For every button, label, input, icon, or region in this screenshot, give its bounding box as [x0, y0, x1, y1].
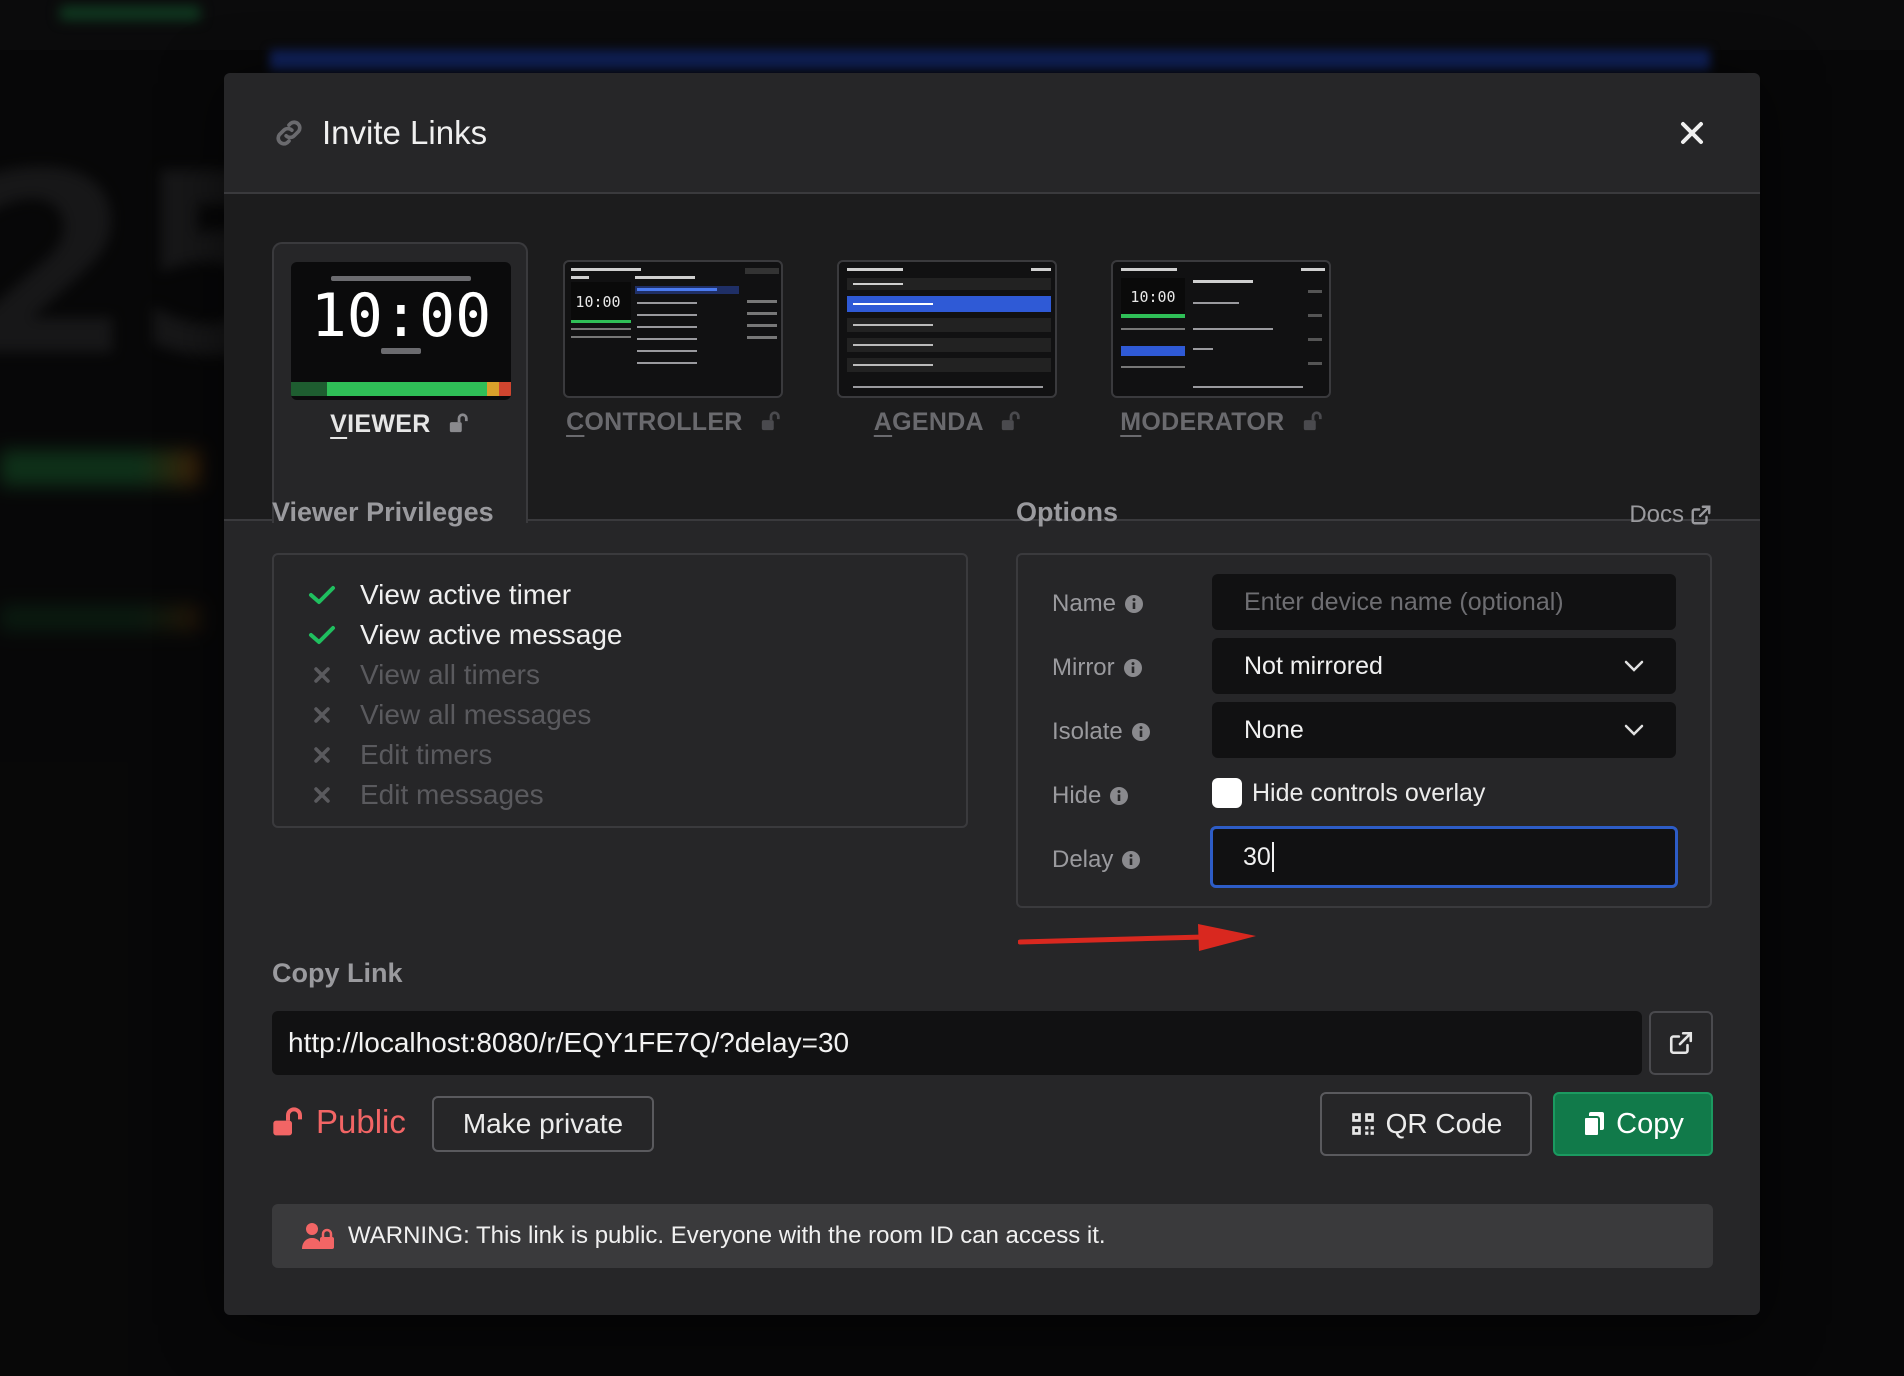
- delay-input[interactable]: 30: [1210, 826, 1678, 888]
- unlocked-icon: [1002, 411, 1020, 431]
- viewer-preview-thumbnail: 10:00: [291, 262, 511, 400]
- copy-button[interactable]: Copy: [1553, 1092, 1713, 1156]
- visibility-status: Public: [272, 1103, 406, 1141]
- delay-label: Delay: [1052, 846, 1141, 874]
- privilege-item: View active message: [304, 615, 966, 655]
- qr-code-button[interactable]: QR Code: [1320, 1092, 1532, 1156]
- link-type-tabs: 10:00 VIEWER 10:00 CONTROLLER AGENDA 10:…: [224, 194, 1760, 523]
- tab-viewer-label: VIEWER: [274, 410, 526, 439]
- link-icon: [272, 116, 306, 150]
- agenda-preview-thumbnail: [837, 260, 1057, 398]
- text-caret: [1271, 842, 1274, 872]
- tab-controller[interactable]: 10:00 CONTROLLER: [546, 242, 802, 523]
- check-icon: [304, 624, 340, 646]
- tab-agenda-label: AGENDA: [820, 408, 1076, 437]
- controller-preview-thumbnail: 10:00: [563, 260, 783, 398]
- copy-icon: [1583, 1112, 1605, 1137]
- privilege-item: View all messages: [304, 695, 966, 735]
- info-icon[interactable]: [1121, 850, 1141, 870]
- tab-viewer[interactable]: 10:00 VIEWER: [272, 242, 528, 523]
- public-link-warning: WARNING: This link is public. Everyone w…: [272, 1204, 1713, 1268]
- privilege-item: Edit timers: [304, 735, 966, 775]
- tab-moderator[interactable]: 10:00 MODERATOR: [1094, 242, 1350, 523]
- mirror-label: Mirror: [1052, 654, 1143, 682]
- isolate-label: Isolate: [1052, 718, 1151, 746]
- controller-thumb-time: 10:00: [575, 293, 620, 311]
- hide-controls-checkbox[interactable]: [1212, 778, 1242, 808]
- privileges-list: View active timer View active message Vi…: [272, 553, 968, 828]
- external-link-icon: [1669, 1031, 1693, 1055]
- unlocked-icon: [761, 411, 780, 431]
- viewer-thumb-time: 10:00: [311, 281, 492, 351]
- modal-header: Invite Links: [224, 73, 1760, 194]
- name-label: Name: [1052, 590, 1144, 618]
- privileges-title: Viewer Privileges: [272, 497, 494, 527]
- mirror-select[interactable]: Not mirrored: [1212, 638, 1676, 694]
- info-icon[interactable]: [1109, 786, 1129, 806]
- info-icon[interactable]: [1123, 658, 1143, 678]
- make-private-button[interactable]: Make private: [432, 1096, 654, 1152]
- invite-url-field[interactable]: http://localhost:8080/r/EQY1FE7Q/?delay=…: [272, 1011, 1642, 1075]
- info-icon[interactable]: [1131, 722, 1151, 742]
- chevron-down-icon: [1624, 724, 1644, 736]
- modal-title: Invite Links: [322, 113, 488, 151]
- red-arrow-annotation: [1018, 924, 1256, 951]
- open-link-button[interactable]: [1649, 1011, 1713, 1075]
- moderator-preview-thumbnail: 10:00: [1111, 260, 1331, 398]
- unlocked-icon: [449, 413, 468, 433]
- qr-code-icon: [1351, 1113, 1374, 1135]
- invite-links-modal: Invite Links 10:00 VIEWER 10:00 CONTROLL…: [224, 73, 1760, 1315]
- docs-link[interactable]: Docs: [1629, 501, 1712, 529]
- moderator-thumb-time: 10:00: [1130, 288, 1175, 306]
- cross-icon: [304, 706, 340, 724]
- device-name-input[interactable]: Enter device name (optional): [1212, 574, 1676, 630]
- tab-agenda[interactable]: AGENDA: [820, 242, 1076, 523]
- privilege-item: View all timers: [304, 655, 966, 695]
- close-button[interactable]: [1672, 113, 1712, 153]
- external-link-icon: [1691, 505, 1711, 525]
- tab-controller-label: CONTROLLER: [546, 408, 802, 437]
- copy-link-title: Copy Link: [272, 958, 403, 988]
- tab-moderator-label: MODERATOR: [1094, 408, 1350, 437]
- hide-label: Hide: [1052, 782, 1129, 810]
- check-icon: [304, 584, 340, 606]
- isolate-select[interactable]: None: [1212, 702, 1676, 758]
- chevron-down-icon: [1624, 660, 1644, 672]
- hide-controls-checkbox-row[interactable]: Hide controls overlay: [1212, 778, 1485, 808]
- unlocked-icon: [1303, 411, 1322, 431]
- cross-icon: [304, 786, 340, 804]
- cross-icon: [304, 666, 340, 684]
- privilege-item: Edit messages: [304, 775, 966, 815]
- user-lock-icon: [302, 1223, 334, 1249]
- cross-icon: [304, 746, 340, 764]
- privilege-item: View active timer: [304, 575, 966, 615]
- options-title: Options: [1016, 497, 1118, 527]
- unlocked-icon: [273, 1107, 302, 1136]
- info-icon[interactable]: [1124, 594, 1144, 614]
- options-panel: Name Enter device name (optional) Mirror…: [1016, 553, 1712, 908]
- close-icon: [1681, 121, 1703, 144]
